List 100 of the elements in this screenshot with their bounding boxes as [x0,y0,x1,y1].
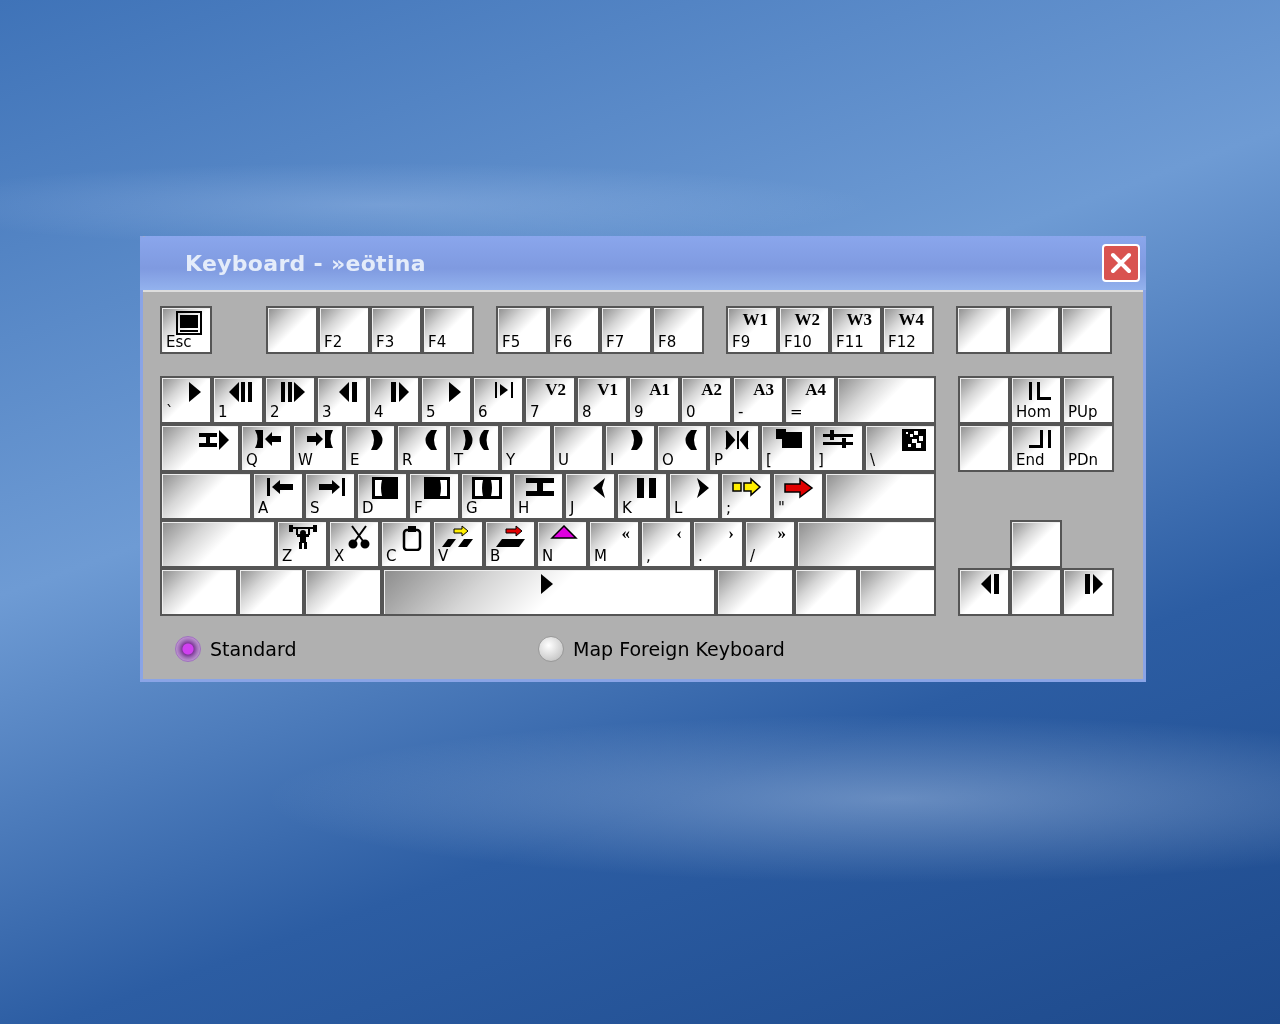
keyboard-key[interactable] [160,472,252,520]
keyboard-key[interactable]: F [408,472,460,520]
keyboard-key[interactable]: 3 [316,376,368,424]
window-icon [776,429,802,449]
keyboard-key[interactable]: 5 [420,376,472,424]
keyboard-key[interactable]: 2 [264,376,316,424]
keyboard-key[interactable]: S [304,472,356,520]
keyboard-key[interactable]: ] [812,424,864,472]
left-triangle-icon [592,477,606,499]
keyboard-key[interactable] [1010,568,1062,616]
keyboard-key[interactable]: Esc [160,306,212,354]
keyboard-key[interactable]: ; [720,472,772,520]
keyboard-key[interactable]: I [604,424,656,472]
keyboard-key[interactable]: » / [744,520,796,568]
keyboard-key[interactable]: U [552,424,604,472]
keyboard-key[interactable] [794,568,858,616]
keyboard-key[interactable]: W4 F12 [882,306,934,354]
keyboard-key[interactable]: W [292,424,344,472]
keyboard-key[interactable]: V2 7 [524,376,576,424]
pause-icon [636,477,658,499]
keyboard-key[interactable]: K [616,472,668,520]
keyboard-key[interactable]: A3 - [732,376,784,424]
keyboard-key[interactable]: G [460,472,512,520]
keyboard-key[interactable]: [ [760,424,812,472]
arrow-steps-icon [442,525,474,549]
keyboard-key[interactable]: Z [276,520,328,568]
keyboard-key[interactable]: W3 F11 [830,306,882,354]
radio-button[interactable] [175,636,201,662]
keyboard-key[interactable] [958,424,1010,472]
keyboard-key[interactable]: ` [160,376,212,424]
keyboard-key[interactable]: " [772,472,824,520]
keyboard-key[interactable] [304,568,382,616]
radio-button[interactable] [538,636,564,662]
keyboard-key[interactable] [836,376,936,424]
keyboard-key[interactable] [1008,306,1060,354]
keyboard-key[interactable]: F4 [422,306,474,354]
keyboard-key[interactable]: W1 F9 [726,306,778,354]
keyboard-key[interactable]: Hom [1010,376,1062,424]
keyboard-key[interactable]: P [708,424,760,472]
keyboard-key[interactable]: F2 [318,306,370,354]
keyboard-key[interactable]: A4 = [784,376,836,424]
keyboard-key[interactable]: › . [692,520,744,568]
keyboard-key[interactable]: O [656,424,708,472]
keyboard-key[interactable]: A1 9 [628,376,680,424]
close-button[interactable] [1102,244,1140,282]
keyboard-key[interactable]: PDn [1062,424,1114,472]
keyboard-key[interactable]: V1 8 [576,376,628,424]
keyboard-key[interactable] [238,568,304,616]
keyboard-key[interactable] [160,568,238,616]
keyboard-key[interactable] [716,568,794,616]
keyboard-key[interactable]: 6 [472,376,524,424]
keyboard-key[interactable]: End [1010,424,1062,472]
keyboard-key[interactable]: A [252,472,304,520]
keyboard-key[interactable]: D [356,472,408,520]
keyboard-key[interactable]: H [512,472,564,520]
monitor-icon [176,311,202,335]
keyboard-key[interactable]: ‹ , [640,520,692,568]
keyboard-key[interactable]: PUp [1062,376,1114,424]
keyboard-key[interactable] [160,424,240,472]
keyboard-key[interactable]: W2 F10 [778,306,830,354]
keyboard-key[interactable] [958,568,1010,616]
keyboard-key[interactable]: L [668,472,720,520]
keyboard-key[interactable] [956,306,1008,354]
keyboard-key[interactable]: R [396,424,448,472]
keyboard-key[interactable]: Y [500,424,552,472]
keyboard-key[interactable]: F6 [548,306,600,354]
radio-label[interactable]: Standard [210,638,297,660]
keyboard-key[interactable]: « M [588,520,640,568]
frame-icon [372,477,398,499]
keyboard-key[interactable]: B [484,520,536,568]
window-title: Keyboard - »eötina [185,250,426,276]
keyboard-key[interactable] [1062,568,1114,616]
keyboard-key[interactable]: F5 [496,306,548,354]
keyboard-key[interactable] [1010,520,1062,568]
keyboard-key[interactable] [858,568,936,616]
keyboard-key[interactable]: E [344,424,396,472]
keyboard-key[interactable]: 4 [368,376,420,424]
keyboard-key[interactable] [382,568,716,616]
keyboard-key[interactable] [266,306,318,354]
keyboard-key[interactable] [958,376,1010,424]
keyboard-key[interactable]: \ [864,424,936,472]
keyboard-key[interactable] [796,520,936,568]
keyboard-key[interactable]: F3 [370,306,422,354]
radio-label[interactable]: Map Foreign Keyboard [573,638,785,660]
keyboard-key[interactable]: F7 [600,306,652,354]
keyboard-key[interactable]: N [536,520,588,568]
keyboard-key[interactable]: Q [240,424,292,472]
keyboard-key[interactable]: A2 0 [680,376,732,424]
keyboard-key[interactable]: 1 [212,376,264,424]
keyboard-key[interactable]: T [448,424,500,472]
keyboard-key[interactable]: J [564,472,616,520]
keyboard-key[interactable]: V [432,520,484,568]
keyboard-key[interactable]: C [380,520,432,568]
keyboard-key[interactable]: F8 [652,306,704,354]
double-frame-icon [472,477,502,499]
keyboard-key[interactable] [1060,306,1112,354]
keyboard-key[interactable] [824,472,936,520]
keyboard-key[interactable]: X [328,520,380,568]
keyboard-key[interactable] [160,520,276,568]
arrow-bracket-icon [306,429,334,449]
